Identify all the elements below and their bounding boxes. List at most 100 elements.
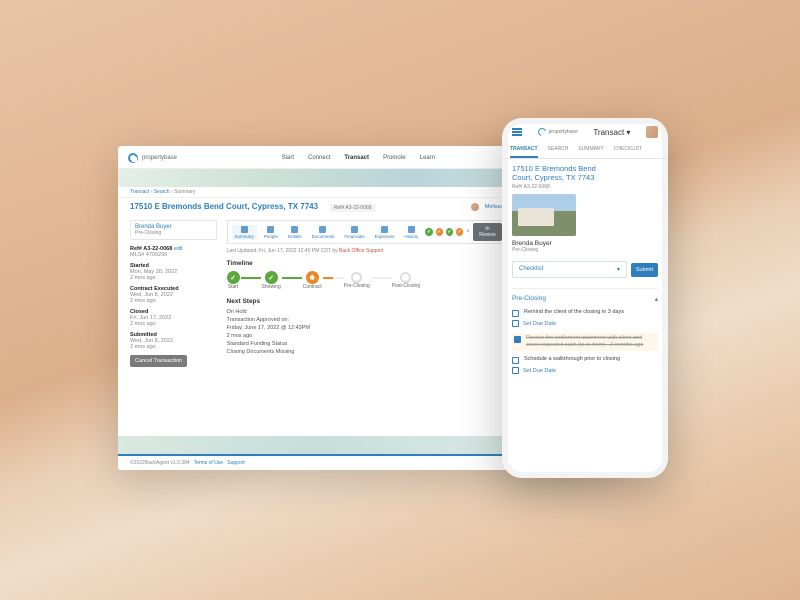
brand: propertybase [128, 153, 177, 163]
mobile-avatar[interactable] [646, 126, 658, 138]
people-icon [267, 226, 274, 233]
mtab-transact[interactable]: TRANSACT [510, 142, 538, 158]
nav-transact[interactable]: Transact [344, 155, 369, 161]
mobile-ref: Ref# A3-22-0068 [512, 184, 658, 190]
t-step-start: ✓Start [227, 271, 240, 290]
mobile-brand: propertybase [549, 129, 578, 135]
footer-terms[interactable]: Terms of Use [194, 460, 223, 466]
agent-icon [471, 203, 479, 211]
mobile-topbar: propertybase Transact ▾ [502, 118, 668, 142]
check-icon: ✓ [265, 271, 278, 284]
set-due-3[interactable]: Set Due Date [512, 367, 658, 374]
in-review-button[interactable]: In Review [473, 223, 503, 241]
last-updated: Last Updated: Fri, Jun 17, 2022 12:45 PM… [227, 248, 508, 254]
tab-details[interactable]: Details [285, 225, 305, 240]
brand-logo-icon [128, 153, 138, 163]
t-line [241, 277, 261, 279]
hamburger-icon[interactable] [512, 128, 522, 136]
star-icon: ✸ [306, 271, 319, 284]
task-3-text: Schedule a walkthrough prior to closing [524, 356, 620, 364]
updated-by-link[interactable]: Back Office Support [339, 248, 383, 254]
checklist-section: Pre-Closing ▴ Remind the client of the c… [512, 288, 658, 374]
ns-4: Standard Funding Status [227, 341, 508, 347]
checklist-select[interactable]: Checklist ▾ [512, 261, 627, 278]
t-step-showing: ✓Showing [262, 271, 281, 290]
mobile-device: propertybase Transact ▾ TRANSACT SEARCH … [502, 118, 668, 478]
t-line [282, 277, 302, 279]
tab-financials[interactable]: Financials [341, 225, 367, 240]
mobile-buyer-stage: Pre-Closing [512, 247, 658, 253]
middle-column: Summary People Details Documents Financi… [227, 220, 508, 367]
mtab-search[interactable]: SEARCH [548, 142, 569, 158]
documents-icon [319, 226, 326, 233]
submit-button[interactable]: Submit [631, 263, 658, 277]
financials-icon [351, 226, 358, 233]
edit-link[interactable]: edit [174, 246, 183, 252]
section-heading: Pre-Closing [512, 295, 546, 303]
tab-summary[interactable]: Summary [232, 225, 257, 240]
mtab-checklist[interactable]: CHECKLIST [614, 142, 642, 158]
ev-started-ago: 2 mos ago [130, 275, 217, 281]
ns-3: 2 mos ago [227, 333, 508, 339]
task-2[interactable]: Review the settlement statement with cli… [512, 333, 658, 351]
ns-5: Closing Documents Missing [227, 349, 508, 355]
task-1[interactable]: Remind the client of the closing in 3 da… [512, 309, 658, 317]
ev-sub-ago: 2 mos ago [130, 344, 217, 350]
task-1-text: Remind the client of the closing in 3 da… [524, 309, 624, 317]
t-line [371, 277, 391, 279]
mobile-buyer: Brenda Buyer [512, 240, 658, 247]
timeline: ✓Start ✓Showing ✸Contract Pre-Closing Po… [227, 271, 508, 290]
nav-connect[interactable]: Connect [308, 155, 330, 161]
page-title: 17510 E Bremonds Bend Court, Cypress, TX… [130, 202, 318, 211]
detail-tabs: Summary People Details Documents Financi… [227, 220, 508, 244]
mobile-body: 17510 E Bremonds Bend Court, Cypress, TX… [502, 159, 668, 386]
summary-icon [241, 226, 248, 233]
tab-documents[interactable]: Documents [309, 225, 338, 240]
check-icon: ✓ [227, 271, 240, 284]
progress-dot-1: ✓ [425, 228, 432, 236]
buyer-card[interactable]: Brenda Buyer Pre-Closing [130, 220, 217, 240]
progress-x[interactable]: × [466, 229, 470, 235]
checkbox-checked-icon[interactable] [514, 336, 521, 343]
timeline-heading: Timeline [227, 260, 508, 267]
checkbox-icon[interactable] [512, 357, 519, 364]
progress-dot-3: ✓ [446, 228, 453, 236]
crumb-search[interactable]: Search [154, 189, 170, 195]
nav-start[interactable]: Start [281, 155, 294, 161]
nextsteps-heading: Next Steps [227, 298, 508, 305]
nav-promote[interactable]: Promote [383, 155, 406, 161]
tab-expenses[interactable]: Expenses [372, 225, 398, 240]
crumb-summary: Summary [174, 189, 195, 195]
task-3[interactable]: Schedule a walkthrough prior to closing [512, 356, 658, 364]
empty-step-icon [400, 272, 411, 283]
ev-closed-ago: 2 mos ago [130, 321, 217, 327]
mls-label: MLS# 4706296 [130, 252, 217, 258]
left-column: Brenda Buyer Pre-Closing Ref# A3-22-0068… [130, 220, 217, 367]
footer-support[interactable]: Support [227, 460, 245, 466]
checkbox-icon[interactable] [512, 310, 519, 317]
chevron-down-icon: ▾ [617, 266, 620, 273]
t-step-preclosing: Pre-Closing [344, 272, 370, 289]
details-icon [291, 226, 298, 233]
buyer-stage: Pre-Closing [135, 230, 212, 236]
title-ref-badge: Ref# A3-22-0068 [330, 204, 376, 212]
mobile-title[interactable]: Transact ▾ [593, 128, 630, 137]
set-due-1[interactable]: Set Due Date [512, 320, 658, 327]
ns-1: Transaction Approved on: [227, 317, 508, 323]
property-photo [512, 194, 576, 236]
cancel-transaction-button[interactable]: Cancel Transaction [130, 355, 187, 367]
progress-dot-4: ✓ [456, 228, 463, 236]
brand-text: propertybase [142, 155, 177, 161]
ns-2: Friday, June 17, 2022 @ 12:43PM [227, 325, 508, 331]
primary-nav: Start Connect Transact Promote Learn [281, 155, 435, 161]
tab-history[interactable]: History [401, 225, 421, 240]
calendar-icon [512, 367, 519, 374]
mtab-summary[interactable]: SUMMARY [578, 142, 603, 158]
collapse-icon[interactable]: ▴ [655, 295, 658, 303]
tab-people[interactable]: People [261, 225, 281, 240]
t-step-contract: ✸Contract [303, 271, 322, 290]
t-line [323, 277, 343, 279]
nav-learn[interactable]: Learn [420, 155, 435, 161]
empty-step-icon [351, 272, 362, 283]
crumb-transact[interactable]: Transact [130, 189, 149, 195]
